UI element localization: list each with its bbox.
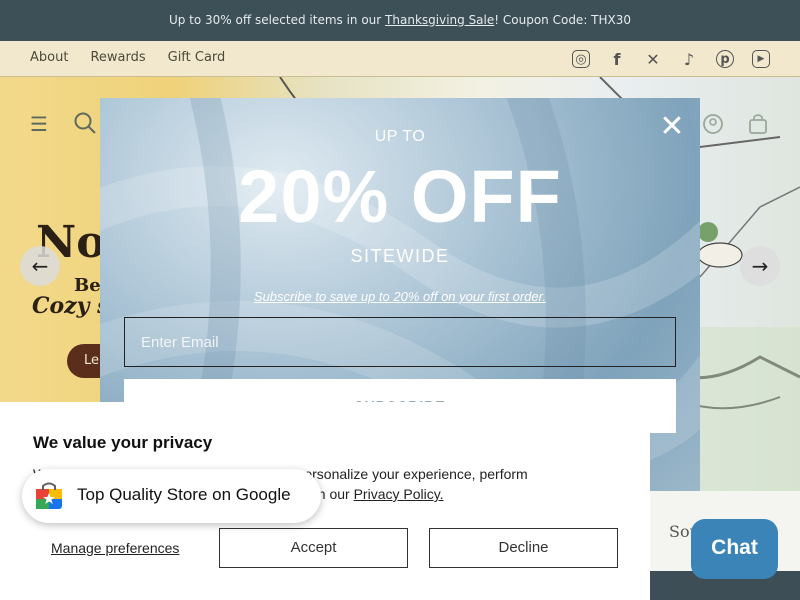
google-badge-label: Top Quality Store on Google bbox=[77, 485, 291, 504]
secondary-nav: About Rewards Gift Card ◎ f ✕ ♪ p ▶ bbox=[0, 41, 800, 77]
tiktok-icon[interactable]: ♪ bbox=[680, 50, 698, 69]
hero-subtitle-line-2: Cozy s bbox=[32, 293, 110, 319]
popup-subscribe-text[interactable]: Subscribe to save up to 20% off on your … bbox=[100, 289, 700, 304]
chat-button[interactable]: Chat bbox=[691, 519, 778, 579]
secondary-nav-links: About Rewards Gift Card bbox=[30, 50, 225, 65]
account-icon[interactable] bbox=[702, 113, 724, 140]
x-icon[interactable]: ✕ bbox=[644, 50, 662, 69]
arrow-right-icon: → bbox=[751, 254, 769, 278]
cart-icon[interactable] bbox=[748, 113, 768, 140]
google-shopping-bag-icon bbox=[36, 482, 62, 509]
hero-prev-arrow[interactable]: ← bbox=[20, 246, 60, 286]
google-store-badge[interactable]: Top Quality Store on Google bbox=[22, 469, 321, 523]
decline-button[interactable]: Decline bbox=[429, 528, 618, 568]
facebook-icon[interactable]: f bbox=[608, 50, 626, 69]
instagram-icon[interactable]: ◎ bbox=[572, 50, 590, 68]
privacy-title: We value your privacy bbox=[33, 433, 213, 452]
accept-button[interactable]: Accept bbox=[219, 528, 408, 568]
nav-link-rewards[interactable]: Rewards bbox=[90, 50, 145, 65]
announcement-suffix: ! Coupon Code: THX30 bbox=[494, 13, 632, 27]
menu-icon[interactable]: ☰ bbox=[30, 112, 48, 136]
thanksgiving-sale-link[interactable]: Thanksgiving Sale bbox=[385, 13, 494, 27]
nav-link-about[interactable]: About bbox=[30, 50, 68, 65]
manage-preferences-link[interactable]: Manage preferences bbox=[51, 540, 179, 556]
announcement-prefix: Up to 30% off selected items in our bbox=[168, 13, 386, 27]
popup-headline: 20% OFF bbox=[238, 155, 562, 238]
popup-sitewide: SITEWIDE bbox=[350, 246, 450, 266]
youtube-icon[interactable]: ▶ bbox=[752, 50, 770, 68]
announcement-bar: Up to 30% off selected items in our Than… bbox=[0, 0, 800, 41]
pinterest-icon[interactable]: p bbox=[716, 50, 734, 68]
arrow-left-icon: ← bbox=[31, 254, 49, 278]
nav-link-gift-card[interactable]: Gift Card bbox=[168, 50, 226, 65]
social-links: ◎ f ✕ ♪ p ▶ bbox=[572, 50, 770, 69]
popup-upto: UP TO bbox=[374, 128, 426, 145]
hero-next-arrow[interactable]: → bbox=[740, 246, 780, 286]
privacy-policy-link[interactable]: Privacy Policy. bbox=[354, 486, 444, 502]
search-icon[interactable] bbox=[73, 111, 97, 140]
email-input[interactable] bbox=[124, 317, 676, 367]
